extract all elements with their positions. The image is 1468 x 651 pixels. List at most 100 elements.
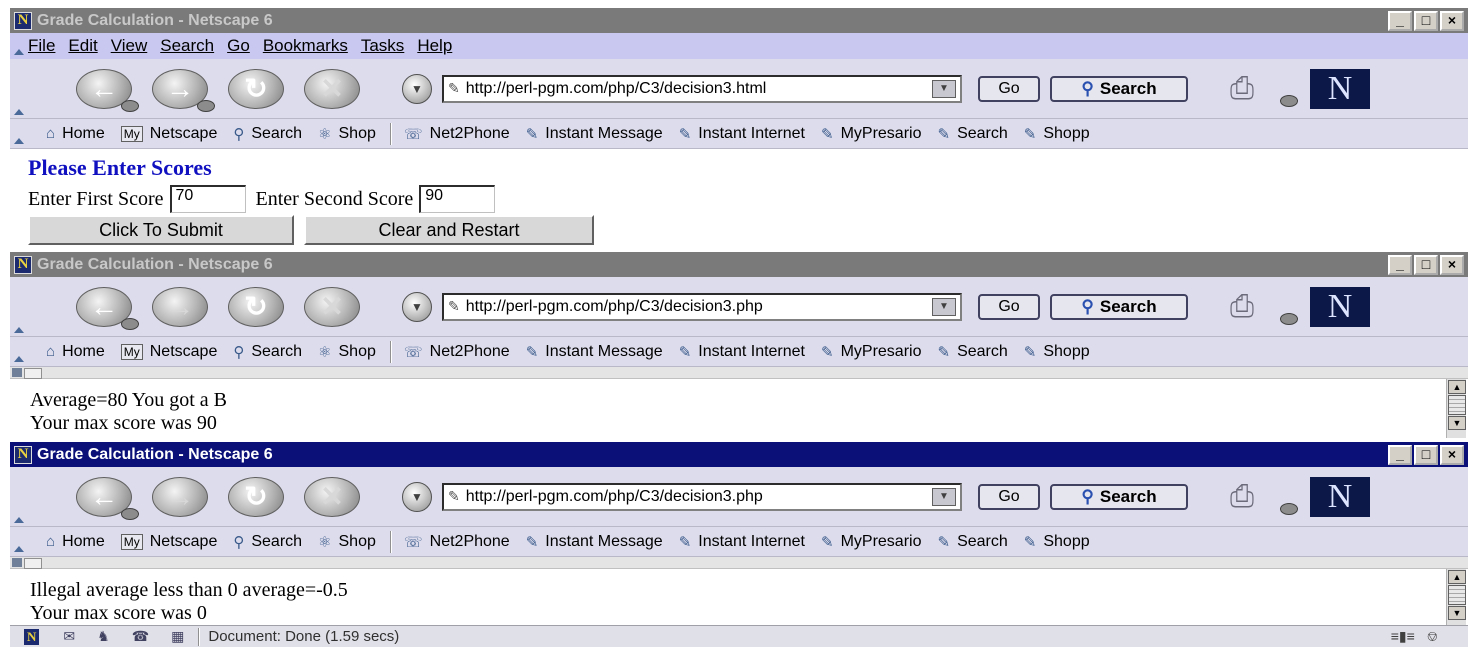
url-text[interactable]: http://perl-pgm.com/php/C3/decision3.php <box>466 298 763 316</box>
forward-button[interactable]: → <box>152 476 208 517</box>
maximize-button[interactable]: □ <box>1414 254 1438 275</box>
online-status-icon[interactable]: ≡▮≡ <box>1391 628 1415 645</box>
bookmark-instant-message[interactable]: ✎ Instant Message <box>526 125 663 143</box>
url-bar[interactable]: ✎ http://perl-pgm.com/php/C3/decision3.h… <box>442 74 962 103</box>
scroll-up-icon[interactable]: ▲ <box>1448 380 1466 394</box>
bookmarks-dropdown-button[interactable]: ▼ <box>402 291 432 322</box>
print-button[interactable]: ⎙ <box>1230 287 1300 327</box>
scroll-up-icon[interactable]: ▲ <box>1448 570 1466 584</box>
title-bar[interactable]: N Grade Calculation - Netscape 6 _ □ × <box>10 8 1468 33</box>
netscape-throbber-logo[interactable]: N <box>1310 476 1370 517</box>
back-button[interactable]: ← <box>76 286 139 330</box>
bookmark-netscape[interactable]: My Netscape <box>120 125 217 143</box>
forward-button[interactable]: → <box>152 286 208 327</box>
stop-button[interactable]: ✕ <box>304 476 360 517</box>
menu-file[interactable]: File <box>28 36 55 56</box>
go-button[interactable]: Go <box>978 293 1040 320</box>
reload-button[interactable]: ↻ <box>228 476 284 517</box>
bookmark-netscape[interactable]: My Netscape <box>120 533 217 551</box>
bookmark-search-2[interactable]: ✎ Search <box>937 533 1007 551</box>
bookmark-search-2[interactable]: ✎ Search <box>937 125 1007 143</box>
menu-search[interactable]: Search <box>160 36 214 56</box>
minimize-button[interactable]: _ <box>1388 444 1412 465</box>
title-bar[interactable]: N Grade Calculation - Netscape 6 _ □ × <box>10 252 1468 277</box>
url-bar[interactable]: ✎ http://perl-pgm.com/php/C3/decision3.p… <box>442 482 962 511</box>
url-history-dropdown-icon[interactable]: ▼ <box>932 297 956 316</box>
bookmark-home[interactable]: ⌂ Home <box>46 533 105 551</box>
title-bar[interactable]: N Grade Calculation - Netscape 6 _ □ × <box>10 442 1468 467</box>
bookmark-search-2[interactable]: ✎ Search <box>937 343 1007 361</box>
sidebar-tab-strip[interactable] <box>10 367 1468 379</box>
scroll-thumb[interactable] <box>1448 395 1466 415</box>
submit-button[interactable]: Click To Submit <box>28 215 294 245</box>
vertical-scrollbar[interactable]: ▲ ▼ <box>1446 379 1466 438</box>
address-book-icon[interactable]: ☎ <box>132 628 149 645</box>
bookmarks-dropdown-button[interactable]: ▼ <box>402 73 432 104</box>
scroll-thumb[interactable] <box>1448 585 1466 605</box>
bookmark-instant-internet[interactable]: ✎ Instant Internet <box>679 533 805 551</box>
bookmark-mypresario[interactable]: ✎ MyPresario <box>821 125 921 143</box>
scroll-down-icon[interactable]: ▼ <box>1448 416 1466 430</box>
bookmark-shop[interactable]: ⚛ Shop <box>318 533 376 551</box>
bookmark-instant-message[interactable]: ✎ Instant Message <box>526 343 663 361</box>
bookmark-home[interactable]: ⌂ Home <box>46 343 105 361</box>
menu-bookmarks[interactable]: Bookmarks <box>263 36 348 56</box>
menu-edit[interactable]: Edit <box>68 36 97 56</box>
toolbar-grip-icon[interactable] <box>10 59 28 119</box>
toolbar-grip-icon[interactable] <box>10 277 28 337</box>
bookmark-net2phone[interactable]: ☏ Net2Phone <box>404 125 510 143</box>
bookmark-shopping[interactable]: ✎ Shopp <box>1024 343 1090 361</box>
close-button[interactable]: × <box>1440 444 1464 465</box>
reset-button[interactable]: Clear and Restart <box>304 215 594 245</box>
bookmark-instant-message[interactable]: ✎ Instant Message <box>526 533 663 551</box>
forward-button[interactable]: → <box>152 68 215 112</box>
mail-icon[interactable]: ✉ <box>63 628 75 645</box>
bookmark-netscape[interactable]: My Netscape <box>120 343 217 361</box>
print-button[interactable]: ⎙ <box>1230 477 1300 517</box>
scroll-down-icon[interactable]: ▼ <box>1448 606 1466 620</box>
search-button[interactable]: ⚲ Search <box>1050 75 1188 102</box>
toolbar-grip-icon[interactable] <box>10 119 28 148</box>
vertical-scrollbar[interactable]: ▲ ▼ <box>1446 569 1466 625</box>
netscape-throbber-logo[interactable]: N <box>1310 286 1370 327</box>
search-button[interactable]: ⚲ Search <box>1050 483 1188 510</box>
close-button[interactable]: × <box>1440 254 1464 275</box>
sidebar-tab-strip[interactable] <box>10 557 1468 569</box>
bookmark-net2phone[interactable]: ☏ Net2Phone <box>404 343 510 361</box>
bookmark-mypresario[interactable]: ✎ MyPresario <box>821 343 921 361</box>
print-button[interactable]: ⎙ <box>1230 69 1300 109</box>
instant-messenger-icon[interactable]: ♞ <box>97 628 110 645</box>
toolbar-grip-icon[interactable] <box>10 337 28 366</box>
bookmark-home[interactable]: ⌂ Home <box>46 125 105 143</box>
url-history-dropdown-icon[interactable]: ▼ <box>932 79 956 98</box>
composer-icon[interactable]: ▦ <box>171 628 184 645</box>
back-button[interactable]: ← <box>76 476 139 520</box>
bookmark-shop[interactable]: ⚛ Shop <box>318 125 376 143</box>
url-text[interactable]: http://perl-pgm.com/php/C3/decision3.php <box>466 488 763 506</box>
bookmark-shop[interactable]: ⚛ Shop <box>318 343 376 361</box>
first-score-input[interactable]: 70 <box>169 185 246 213</box>
url-text[interactable]: http://perl-pgm.com/php/C3/decision3.htm… <box>466 80 767 98</box>
maximize-button[interactable]: □ <box>1414 10 1438 31</box>
bookmark-instant-internet[interactable]: ✎ Instant Internet <box>679 125 805 143</box>
url-bar[interactable]: ✎ http://perl-pgm.com/php/C3/decision3.p… <box>442 292 962 321</box>
second-score-input[interactable]: 90 <box>419 185 496 213</box>
minimize-button[interactable]: _ <box>1388 10 1412 31</box>
minimize-button[interactable]: _ <box>1388 254 1412 275</box>
menu-view[interactable]: View <box>111 36 148 56</box>
bookmark-net2phone[interactable]: ☏ Net2Phone <box>404 533 510 551</box>
bookmark-instant-internet[interactable]: ✎ Instant Internet <box>679 343 805 361</box>
bookmark-search[interactable]: ⚲ Search <box>233 125 302 143</box>
reload-button[interactable]: ↻ <box>228 286 284 327</box>
menu-tasks[interactable]: Tasks <box>361 36 404 56</box>
bookmark-mypresario[interactable]: ✎ MyPresario <box>821 533 921 551</box>
bookmark-shopping[interactable]: ✎ Shopp <box>1024 125 1090 143</box>
menu-help[interactable]: Help <box>417 36 452 56</box>
url-history-dropdown-icon[interactable]: ▼ <box>932 487 956 506</box>
search-button[interactable]: ⚲ Search <box>1050 293 1188 320</box>
stop-button[interactable]: ✕ <box>304 286 360 327</box>
stop-button[interactable]: ✕ <box>304 68 360 109</box>
reload-button[interactable]: ↻ <box>228 68 284 109</box>
toolbar-grip-icon[interactable] <box>10 467 28 527</box>
back-button[interactable]: ← <box>76 68 139 112</box>
